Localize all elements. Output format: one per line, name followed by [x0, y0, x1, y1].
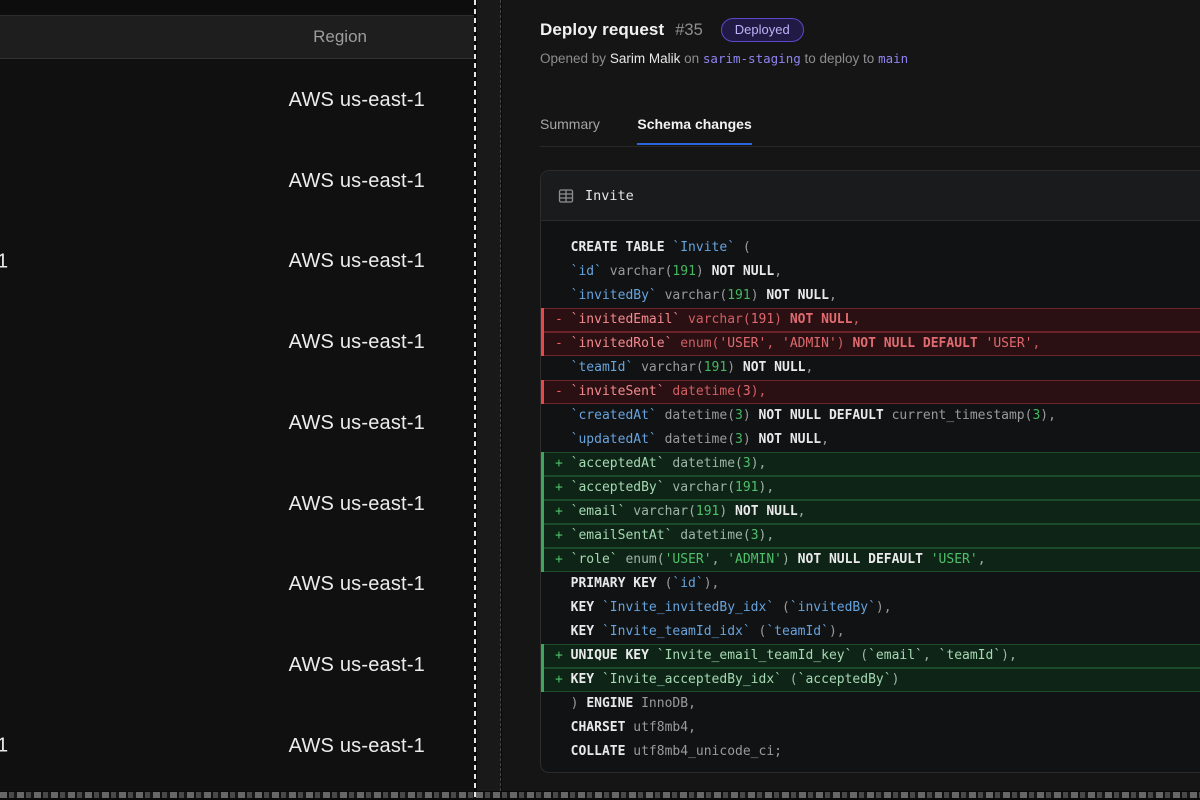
diff-marker: +	[555, 524, 571, 548]
target-branch-link[interactable]: main	[878, 51, 908, 66]
region-cell: AWS us-east-1	[289, 250, 425, 273]
table-row[interactable]: AWS us-east-1	[0, 141, 474, 222]
region-cell: AWS us-east-1	[289, 735, 425, 758]
region-cell: AWS us-east-1	[289, 89, 425, 112]
diff-marker	[555, 260, 571, 284]
region-cell: AWS us-east-1	[289, 493, 425, 516]
diff-line-context: `createdAt` datetime(3) NOT NULL DEFAULT…	[541, 404, 1200, 428]
diff-line-removed: - `inviteSent` datetime(3),	[541, 380, 1200, 404]
diff-line-added: + `email` varchar(191) NOT NULL,	[541, 500, 1200, 524]
table-row[interactable]: AWS us-east-1	[0, 383, 474, 464]
diff-line-context: COLLATE utf8mb4_unicode_ci;	[541, 740, 1200, 764]
vertical-cut-dashed-line	[474, 0, 476, 800]
diff-line-context: KEY `Invite_invitedBy_idx` (`invitedBy`)…	[541, 596, 1200, 620]
diff-marker	[555, 692, 571, 716]
diff-line-context: `updatedAt` datetime(3) NOT NULL,	[541, 428, 1200, 452]
deploy-request-number: #35	[675, 21, 703, 40]
diff-line-added: + `role` enum('USER', 'ADMIN') NOT NULL …	[541, 548, 1200, 572]
regions-panel-top-strip	[0, 0, 474, 15]
diff-marker	[555, 236, 571, 260]
deploy-request-subtitle: Opened by Sarim Malik on sarim-staging t…	[540, 51, 908, 66]
diff-line-removed: - `invitedEmail` varchar(191) NOT NULL,	[541, 308, 1200, 332]
diff-line-added: + `emailSentAt` datetime(3),	[541, 524, 1200, 548]
table-grid-icon	[558, 188, 574, 204]
diff-marker: +	[555, 548, 571, 572]
schema-diff-code: CREATE TABLE `Invite` ( `id` varchar(191…	[541, 221, 1200, 764]
diff-marker	[555, 428, 571, 452]
tabs-bar: Summary Schema changes	[540, 106, 1200, 147]
diff-marker	[555, 356, 571, 380]
region-cell: AWS us-east-1	[289, 331, 425, 354]
table-row[interactable]: AWS us-east-1	[0, 464, 474, 545]
regions-table-header: Region	[0, 15, 474, 59]
diff-marker: +	[555, 476, 571, 500]
page-title: Deploy request	[540, 20, 664, 40]
table-row[interactable]: 1 AWS us-east-1	[0, 222, 474, 303]
deploy-request-panel: Deploy request #35 Deployed Opened by Sa…	[502, 0, 1200, 791]
region-cell: AWS us-east-1	[289, 412, 425, 435]
region-cell: AWS us-east-1	[289, 654, 425, 677]
diff-line-context: `invitedBy` varchar(191) NOT NULL,	[541, 284, 1200, 308]
subtitle-to-deploy-to: to deploy to	[805, 51, 875, 66]
diff-marker	[555, 620, 571, 644]
tab-summary[interactable]: Summary	[540, 107, 600, 143]
diff-marker: +	[555, 452, 571, 476]
subtitle-opened-by: Opened by	[540, 51, 606, 66]
diff-marker: -	[555, 308, 571, 332]
regions-panel: Region AWS us-east-1AWS us-east-11AWS us…	[0, 0, 474, 791]
diff-line-context: `teamId` varchar(191) NOT NULL,	[541, 356, 1200, 380]
diff-line-context: `id` varchar(191) NOT NULL,	[541, 260, 1200, 284]
diff-marker	[555, 596, 571, 620]
region-cell: AWS us-east-1	[289, 170, 425, 193]
diff-line-added: + UNIQUE KEY `Invite_email_teamId_key` (…	[541, 644, 1200, 668]
region-cell: AWS us-east-1	[289, 573, 425, 596]
regions-table-body: AWS us-east-1 AWS us-east-1 1 AWS us-east-1…	[0, 60, 474, 787]
diff-marker	[555, 740, 571, 764]
author-name: Sarim Malik	[610, 51, 681, 66]
diff-line-context: KEY `Invite_teamId_idx` (`teamId`),	[541, 620, 1200, 644]
table-row[interactable]: AWS us-east-1	[0, 545, 474, 626]
diff-marker: -	[555, 380, 571, 404]
diff-line-added: + KEY `Invite_acceptedBy_idx` (`accepted…	[541, 668, 1200, 692]
diff-line-context: PRIMARY KEY (`id`),	[541, 572, 1200, 596]
schema-diff-card: Invite CREATE TABLE `Invite` ( `id` varc…	[540, 170, 1200, 773]
diff-line-added: + `acceptedBy` varchar(191),	[541, 476, 1200, 500]
diff-marker	[555, 404, 571, 428]
diff-line-added: + `acceptedAt` datetime(3),	[541, 452, 1200, 476]
diff-line-context: ) ENGINE InnoDB,	[541, 692, 1200, 716]
subtitle-on: on	[684, 51, 699, 66]
diff-marker	[555, 716, 571, 740]
diff-line-context: CREATE TABLE `Invite` (	[541, 236, 1200, 260]
bottom-cut-dashed-line	[0, 792, 1200, 798]
diff-marker: -	[555, 332, 571, 356]
diff-line-removed: - `invitedRole` enum('USER', 'ADMIN') NO…	[541, 332, 1200, 356]
table-row[interactable]: AWS us-east-1	[0, 302, 474, 383]
diff-marker: +	[555, 668, 571, 692]
cropped-text-fragment: 1	[0, 250, 8, 273]
status-badge: Deployed	[721, 18, 804, 42]
schema-diff-card-header: Invite	[541, 171, 1200, 221]
region-column-header: Region	[313, 27, 367, 47]
diff-marker	[555, 572, 571, 596]
diff-line-context: CHARSET utf8mb4,	[541, 716, 1200, 740]
diff-marker: +	[555, 644, 571, 668]
diff-marker: +	[555, 500, 571, 524]
deploy-request-header: Deploy request #35 Deployed	[540, 18, 804, 42]
schema-table-name: Invite	[585, 188, 634, 204]
cropped-text-fragment: 1	[0, 735, 8, 758]
table-row[interactable]: 1 AWS us-east-1	[0, 706, 474, 787]
table-row[interactable]: AWS us-east-1	[0, 625, 474, 706]
source-branch-link[interactable]: sarim-staging	[703, 51, 801, 66]
diff-marker	[555, 284, 571, 308]
tab-schema-changes[interactable]: Schema changes	[637, 107, 751, 145]
table-row[interactable]: AWS us-east-1	[0, 60, 474, 141]
panel-gutter	[477, 0, 501, 791]
